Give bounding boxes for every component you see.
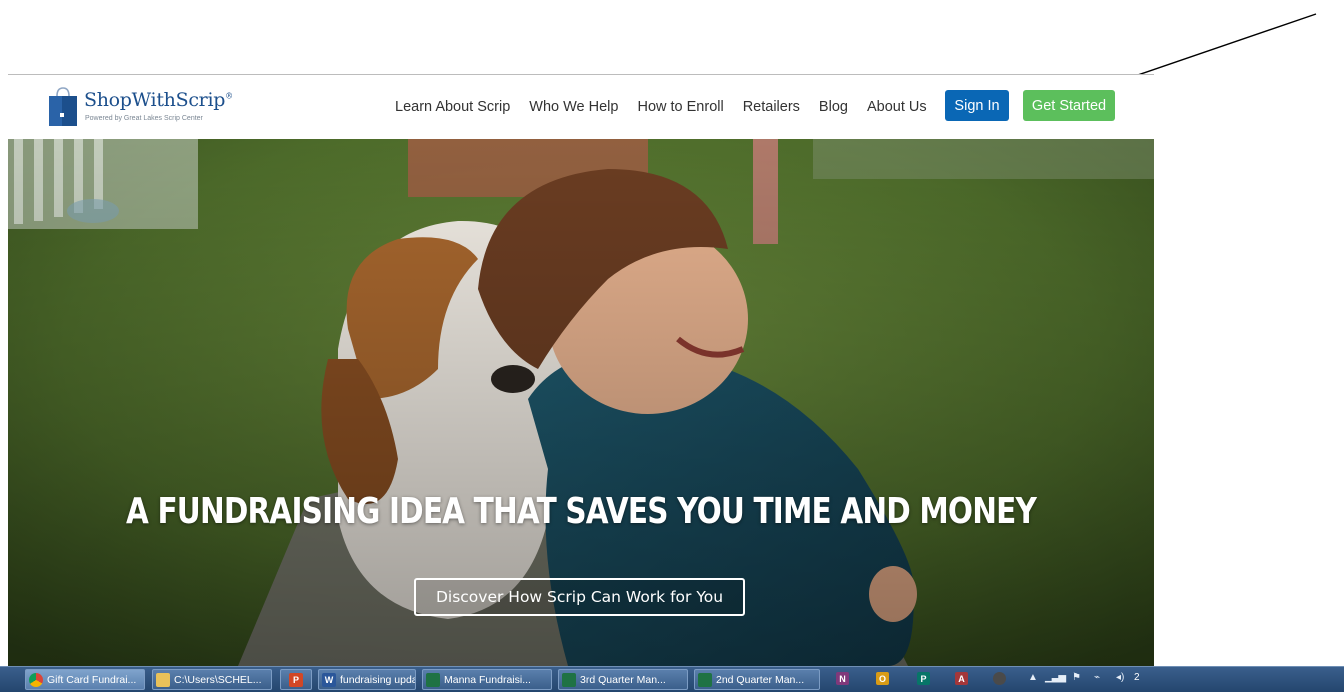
nav-how-to-enroll[interactable]: How to Enroll — [637, 99, 723, 115]
taskbar-item-chrome[interactable]: Gift Card Fundrai... — [25, 669, 145, 690]
main-nav: Learn About Scrip Who We Help How to Enr… — [395, 75, 946, 139]
network-signal-icon[interactable]: ▁▃▅ — [1045, 672, 1066, 683]
nav-learn-about-scrip[interactable]: Learn About Scrip — [395, 99, 510, 115]
page: ShopWithScrip® Powered by Great Lakes Sc… — [0, 0, 1344, 692]
taskbar-item-explorer[interactable]: C:\Users\SCHEL... — [152, 669, 272, 690]
discover-scrip-button[interactable]: Discover How Scrip Can Work for You — [414, 578, 745, 616]
shopwithscrip-logo[interactable]: ShopWithScrip® Powered by Great Lakes Sc… — [48, 83, 248, 131]
powerpoint-icon: P — [289, 672, 303, 687]
volume-icon[interactable]: ◂) — [1116, 672, 1124, 683]
logo-name: ShopWithScrip® — [84, 89, 233, 111]
get-started-button[interactable]: Get Started — [1023, 90, 1115, 121]
taskbar-item-excel-3rd-quarter[interactable]: 3rd Quarter Man... — [558, 669, 688, 690]
onenote-icon[interactable]: N — [836, 672, 849, 685]
nav-retailers[interactable]: Retailers — [743, 99, 800, 115]
taskbar-item-excel-manna[interactable]: Manna Fundraisi... — [422, 669, 552, 690]
access-icon[interactable]: A — [955, 672, 968, 685]
snipping-tool-icon[interactable] — [993, 672, 1006, 685]
sign-in-button[interactable]: Sign In — [945, 90, 1009, 121]
publisher-icon[interactable]: P — [917, 672, 930, 685]
action-center-flag-icon[interactable]: ⚑ — [1072, 672, 1081, 683]
hero-headline: A FUNDRAISING IDEA THAT SAVES YOU TIME A… — [125, 491, 1037, 532]
outlook-icon[interactable]: O — [876, 672, 889, 685]
windows-taskbar: Gift Card Fundrai... C:\Users\SCHEL... P… — [0, 666, 1344, 692]
nav-about-us[interactable]: About Us — [867, 99, 927, 115]
shopping-bag-icon — [49, 87, 77, 126]
taskbar-item-label: 3rd Quarter Man... — [580, 673, 666, 686]
clock-fragment[interactable]: 2 — [1134, 672, 1140, 683]
word-icon: W — [322, 672, 336, 687]
taskbar-item-label: Manna Fundraisi... — [444, 673, 531, 686]
folder-icon — [156, 672, 170, 687]
taskbar-item-label: Gift Card Fundrai... — [47, 673, 137, 686]
excel-icon — [426, 672, 440, 687]
show-hidden-icons-icon[interactable]: ▲ — [1028, 672, 1038, 683]
excel-icon — [698, 672, 712, 687]
logo-tagline: Powered by Great Lakes Scrip Center — [85, 115, 203, 122]
nav-blog[interactable]: Blog — [819, 99, 848, 115]
taskbar-item-label: fundraising upda... — [340, 673, 415, 686]
site-header: ShopWithScrip® Powered by Great Lakes Sc… — [8, 75, 1154, 139]
excel-icon — [562, 672, 576, 687]
chrome-icon — [29, 672, 43, 687]
nav-who-we-help[interactable]: Who We Help — [529, 99, 618, 115]
hero-banner: A FUNDRAISING IDEA THAT SAVES YOU TIME A… — [8, 139, 1154, 666]
taskbar-item-word[interactable]: W fundraising upda... — [318, 669, 416, 690]
power-icon[interactable]: ⌁ — [1094, 672, 1100, 683]
taskbar-item-excel-2nd-quarter[interactable]: 2nd Quarter Man... — [694, 669, 820, 690]
taskbar-item-label: 2nd Quarter Man... — [716, 673, 805, 686]
taskbar-item-label: C:\Users\SCHEL... — [174, 673, 262, 686]
taskbar-item-powerpoint[interactable]: P — [280, 669, 312, 690]
